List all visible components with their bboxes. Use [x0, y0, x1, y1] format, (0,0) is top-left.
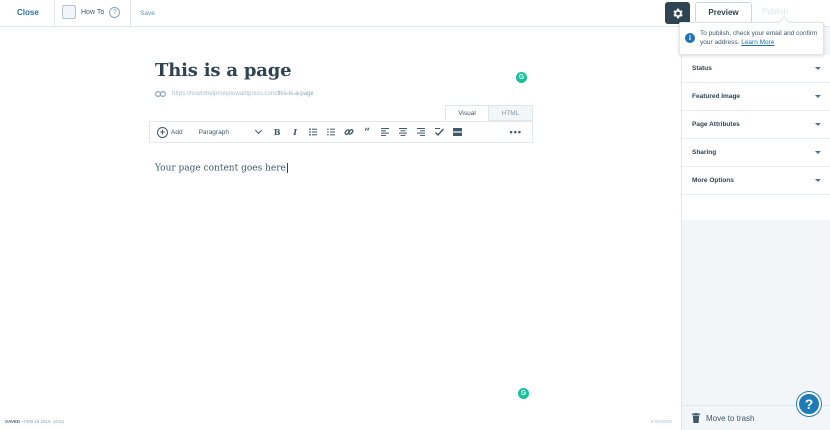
- notice-text: To publish, check your email and confirm…: [700, 29, 822, 47]
- site-icon: [62, 5, 76, 19]
- link-button[interactable]: [341, 124, 358, 140]
- editor-toolbar: + Add Paragraph B I “ •••: [149, 121, 533, 143]
- format-value: Paragraph: [198, 128, 229, 136]
- bold-icon: B: [273, 127, 281, 137]
- grammarly-icon[interactable]: G: [516, 72, 527, 83]
- bullet-list-button[interactable]: [305, 124, 322, 140]
- email-notice: i To publish, check your email and confi…: [679, 16, 824, 55]
- quote-icon: “: [364, 126, 370, 138]
- help-icon[interactable]: ?: [109, 6, 121, 18]
- save-button[interactable]: Save: [140, 10, 155, 17]
- italic-icon: I: [293, 127, 297, 137]
- divider: [130, 0, 131, 27]
- align-left-button[interactable]: [377, 124, 394, 140]
- panel-more-options[interactable]: More Options: [682, 167, 830, 195]
- editor-mode-tabs: Visual HTML: [445, 105, 533, 121]
- caret-down-icon: [815, 95, 821, 98]
- permalink[interactable]: https://howtohelpmeyouwantpress.com/this…: [155, 91, 314, 97]
- content-text: Your page content goes here: [155, 163, 286, 174]
- caret-down-icon: [815, 67, 821, 70]
- panel-status[interactable]: Status: [682, 55, 830, 83]
- gear-icon: [673, 8, 683, 18]
- blockquote-button[interactable]: “: [359, 124, 376, 140]
- info-icon: i: [685, 33, 695, 43]
- panel-page-attributes[interactable]: Page Attributes: [682, 111, 830, 139]
- divider: [54, 0, 55, 27]
- italic-button[interactable]: I: [287, 124, 304, 140]
- word-count: 5 WORDS: [651, 419, 673, 424]
- panel-label: Status: [692, 65, 712, 72]
- panel-label: More Options: [692, 177, 734, 184]
- chevron-down-icon: [254, 126, 262, 135]
- panel-label: Page Attributes: [692, 121, 740, 128]
- align-center-button[interactable]: [395, 124, 412, 140]
- bullet-list-icon: [309, 128, 318, 136]
- tab-visual[interactable]: Visual: [445, 105, 489, 121]
- save-timestamp: • FEB 16 2019, 10:51: [21, 419, 65, 424]
- more-options-icon[interactable]: •••: [510, 127, 522, 137]
- spellcheck-button[interactable]: [431, 124, 448, 140]
- settings-button[interactable]: [665, 2, 690, 24]
- panel-featured-image[interactable]: Featured Image: [682, 83, 830, 111]
- panel-label: Featured Image: [692, 93, 741, 100]
- grammarly-icon[interactable]: G: [518, 388, 529, 399]
- site-selector[interactable]: How To ?: [62, 5, 121, 19]
- page-content[interactable]: Your page content goes here: [155, 163, 288, 174]
- sidebar-panels: Status Featured Image Page Attributes Sh…: [682, 55, 830, 220]
- help-button[interactable]: ?: [797, 392, 821, 416]
- align-left-icon: [381, 128, 390, 136]
- tab-html[interactable]: HTML: [489, 105, 533, 121]
- permalink-slug: this-is-a-page: [277, 91, 314, 97]
- permalink-base: https://howtohelpmeyouwantpress.com/: [172, 91, 278, 97]
- paragraph-format-select[interactable]: Paragraph: [198, 126, 262, 136]
- permalink-url: https://howtohelpmeyouwantpress.com/this…: [172, 91, 314, 97]
- caret-down-icon: [815, 151, 821, 154]
- align-center-icon: [399, 128, 408, 136]
- trash-icon: [692, 413, 700, 423]
- read-more-button[interactable]: [449, 124, 466, 140]
- numbered-list-icon: [327, 128, 336, 136]
- page-title[interactable]: This is a page: [155, 60, 292, 81]
- question-icon: ?: [804, 396, 814, 412]
- link-icon: [155, 91, 166, 97]
- numbered-list-button[interactable]: [323, 124, 340, 140]
- settings-sidebar: Status Featured Image Page Attributes Sh…: [681, 27, 830, 430]
- panel-sharing[interactable]: Sharing: [682, 139, 830, 167]
- save-state: SAVED: [5, 419, 21, 424]
- editor-app: Close How To ? Save Preview Publish Stat…: [0, 0, 830, 430]
- align-right-button[interactable]: [413, 124, 430, 140]
- plus-icon: +: [157, 126, 168, 138]
- preview-button[interactable]: Preview: [695, 2, 752, 24]
- link-icon: [344, 129, 354, 135]
- add-media-button[interactable]: + Add: [157, 126, 183, 138]
- caret-down-icon: [815, 179, 821, 182]
- text-cursor: [286, 163, 288, 173]
- trash-label: Move to trash: [706, 413, 755, 423]
- site-name: How To: [81, 8, 105, 16]
- save-status: SAVED • FEB 16 2019, 10:51: [5, 419, 64, 424]
- publish-button[interactable]: Publish: [762, 7, 788, 16]
- close-button[interactable]: Close: [17, 8, 39, 17]
- panel-label: Sharing: [692, 149, 717, 156]
- caret-down-icon: [815, 123, 821, 126]
- read-more-icon: [452, 128, 462, 136]
- align-right-icon: [417, 128, 426, 136]
- bold-button[interactable]: B: [269, 124, 286, 140]
- add-label: Add: [171, 128, 183, 136]
- learn-more-link[interactable]: Learn More: [741, 39, 774, 46]
- spellcheck-icon: [434, 127, 444, 136]
